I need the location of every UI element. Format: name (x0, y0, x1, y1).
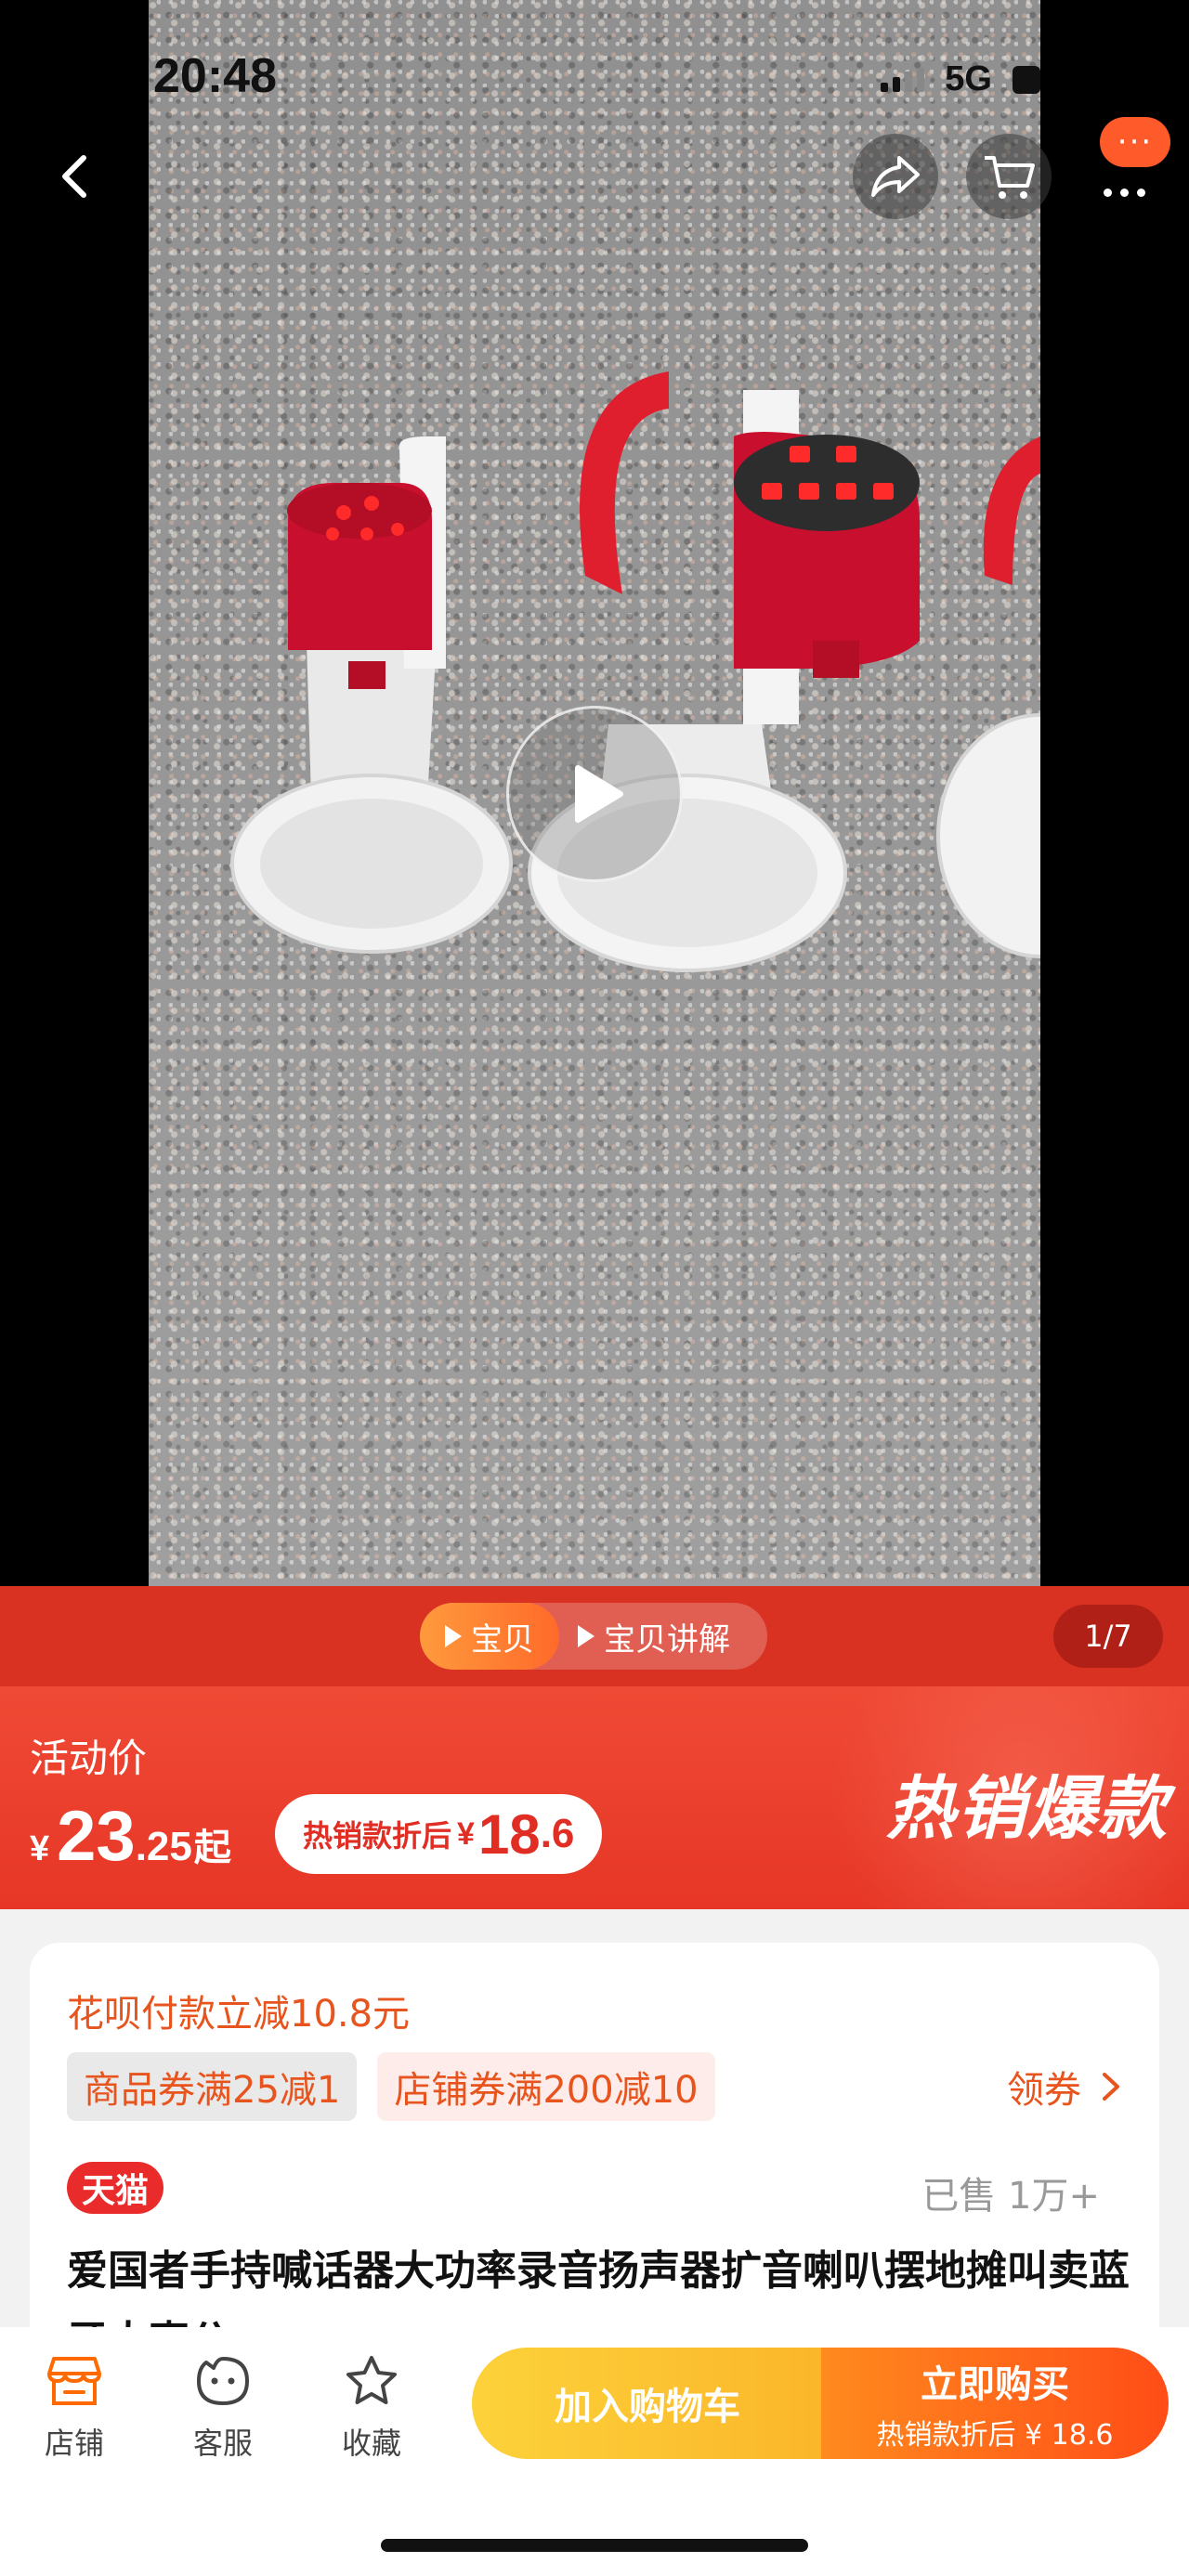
nav-customer-service-label: 客服 (192, 2426, 253, 2461)
price-decimal: .25 (135, 1824, 192, 1869)
back-button[interactable] (48, 149, 104, 204)
play-icon (575, 765, 623, 823)
buy-now-button[interactable]: 立即购买 热销款折后 ¥ 18.6 (821, 2348, 1169, 2459)
product-media-viewer[interactable]: 20:48 5G ··· (0, 0, 1189, 1586)
price-integer: 23 (57, 1797, 136, 1876)
cart-button[interactable] (966, 134, 1052, 219)
nav-store[interactable]: 店铺 (19, 2355, 130, 2463)
nav-favorite-label: 收藏 (341, 2426, 401, 2461)
store-icon (47, 2357, 101, 2405)
more-dots-icon (1103, 188, 1145, 197)
promo-price-label: 活动价 (30, 1736, 148, 1781)
bottom-action-bar: 店铺 客服 收藏 加入购物车 立即购买 热销款折后 ¥ 18.6 (0, 2327, 1189, 2576)
media-tab-strip: 宝贝 宝贝讲解 1/7 (0, 1586, 1189, 1686)
nav-favorite[interactable]: 收藏 (316, 2355, 427, 2463)
tab-product-explain-label: 宝贝讲解 (604, 1620, 730, 1659)
play-button[interactable] (506, 706, 683, 882)
tab-product-label: 宝贝 (471, 1620, 534, 1659)
deal-integer: 18 (477, 1802, 541, 1866)
nav-store-label: 店铺 (44, 2426, 104, 2461)
coupon-row: 商品券满25减1 店铺券满200减10 (67, 2052, 715, 2121)
play-triangle-icon (445, 1625, 462, 1647)
claim-coupon-label: 领券 (1007, 2069, 1081, 2112)
play-triangle-icon (578, 1625, 594, 1647)
tmall-badge: 天猫 (67, 2162, 164, 2214)
sold-count: 已售 1万+ (921, 2175, 1100, 2218)
image-page-counter: 1/7 (1053, 1605, 1163, 1668)
chevron-left-icon (62, 155, 86, 198)
buy-now-sublabel: 热销款折后 ¥ 18.6 (876, 2419, 1114, 2452)
store-coupon[interactable]: 店铺券满200减10 (377, 2052, 715, 2121)
deal-decimal: .6 (540, 1811, 575, 1856)
price-banner: 活动价 ¥ 23 .25 起 热销款折后 ¥ 18 .6 热销爆款 (0, 1686, 1189, 1909)
deal-currency: ¥ (457, 1815, 475, 1852)
current-price: ¥ 23 .25 起 (30, 1796, 231, 1877)
tab-product[interactable]: 宝贝 (420, 1603, 559, 1670)
product-coupon[interactable]: 商品券满25减1 (67, 2052, 358, 2121)
star-icon (346, 2356, 397, 2404)
media-tab-group: 宝贝 宝贝讲解 (420, 1603, 767, 1670)
home-indicator (381, 2539, 808, 2552)
hot-sale-title: 热销爆款 (886, 1769, 1169, 1849)
signal-icon (881, 67, 925, 92)
add-to-cart-button[interactable]: 加入购物车 (472, 2348, 823, 2459)
price-currency: ¥ (30, 1829, 50, 1868)
battery-icon (1013, 65, 1040, 94)
message-badge[interactable]: ··· (1100, 117, 1170, 167)
share-button[interactable] (853, 134, 938, 219)
nav-customer-service[interactable]: 客服 (167, 2355, 279, 2463)
claim-coupon-link[interactable]: 领券 (1007, 2052, 1122, 2121)
status-icons: 5G (881, 59, 1040, 99)
network-type: 5G (945, 59, 992, 98)
deal-label: 热销款折后 (303, 1818, 452, 1854)
chevron-right-icon (1103, 2073, 1119, 2101)
cart-icon (985, 156, 1035, 199)
huabei-discount-text: 花呗付款立减10.8元 (67, 1993, 411, 2036)
status-time: 20:48 (153, 49, 277, 103)
price-suffix: 起 (193, 1827, 231, 1869)
buy-now-label: 立即购买 (921, 2363, 1069, 2406)
tab-product-explain[interactable]: 宝贝讲解 (578, 1603, 730, 1670)
discount-price-pill: 热销款折后 ¥ 18 .6 (275, 1794, 603, 1874)
share-arrow-icon (871, 156, 920, 197)
customer-service-icon (197, 2357, 249, 2405)
